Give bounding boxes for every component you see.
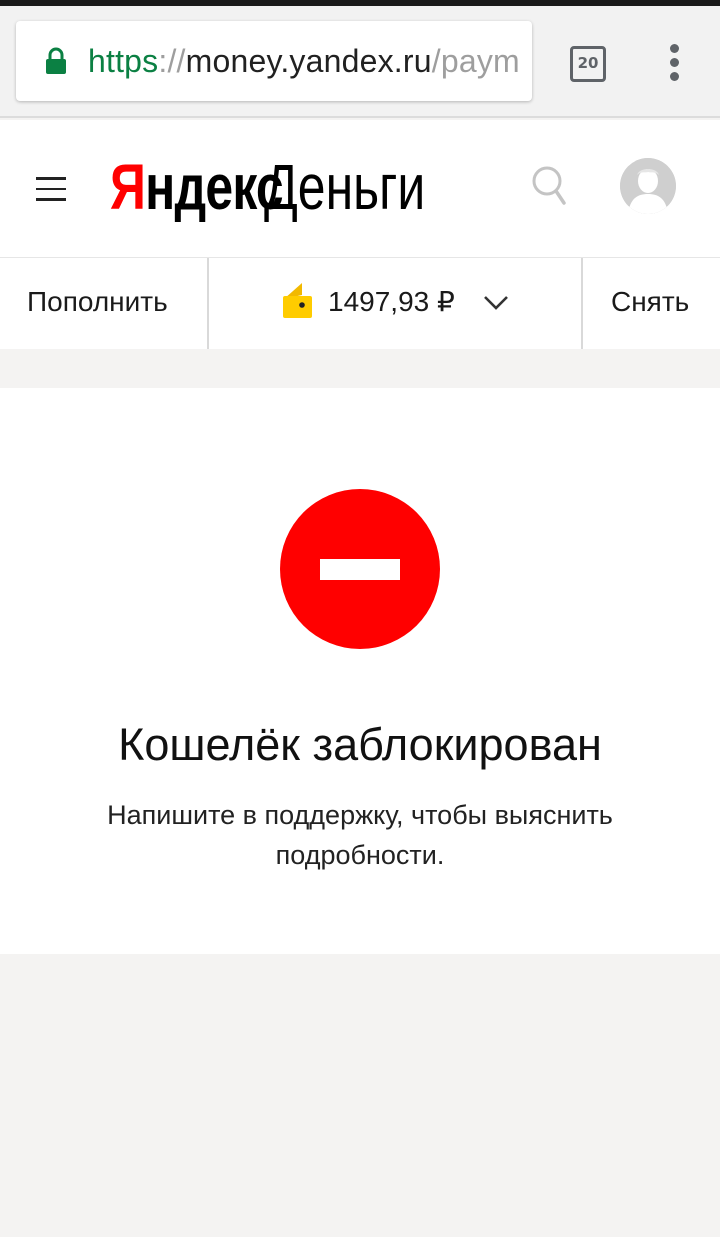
user-silhouette-icon (620, 158, 676, 214)
menu-icon[interactable] (36, 177, 66, 201)
logo-yandex: Яндекс (110, 150, 284, 224)
balance-amount: 1497,93 ₽ (328, 286, 455, 317)
search-icon[interactable] (530, 163, 570, 209)
address-text[interactable]: https://money.yandex.ru/paym (88, 41, 520, 81)
more-vert-icon[interactable] (664, 44, 684, 86)
page-title: Кошелёк заблокирован (118, 719, 602, 770)
logo[interactable]: Яндекс Деньги (110, 150, 425, 230)
browser-toolbar: https://money.yandex.ru/paym 20 (0, 6, 720, 118)
address-bar[interactable]: https://money.yandex.ru/paym (16, 21, 532, 101)
logo-rest: ндекс (145, 151, 284, 223)
wallet-icon (283, 283, 312, 318)
logo-product: Деньги (264, 151, 426, 223)
url-scheme: https (88, 43, 159, 79)
withdraw-label: Снять (611, 286, 690, 317)
page-description: Напишите в поддержку, чтобы выяснить под… (107, 800, 613, 870)
logo-first-letter: Я (110, 151, 146, 223)
balance-selector[interactable]: 1497,93 ₽ (209, 258, 583, 349)
lock-icon (46, 47, 66, 74)
topup-label: Пополнить (27, 286, 168, 317)
url-path: /paym (431, 43, 520, 79)
blocked-icon (280, 489, 440, 649)
url-separator: :// (158, 43, 186, 79)
tabs-icon[interactable]: 20 (570, 46, 606, 82)
withdraw-button[interactable]: Снять (583, 258, 720, 349)
topup-button[interactable]: Пополнить (0, 258, 209, 349)
app-header: Яндекс Деньги (0, 120, 720, 258)
balance-bar: Пополнить 1497,93 ₽ Снять (0, 258, 720, 349)
url-host: money.yandex.ru (185, 43, 432, 79)
blocked-card: Кошелёк заблокирован Напишите в поддержк… (0, 388, 720, 954)
chevron-down-icon (484, 296, 508, 310)
avatar[interactable] (620, 158, 676, 214)
